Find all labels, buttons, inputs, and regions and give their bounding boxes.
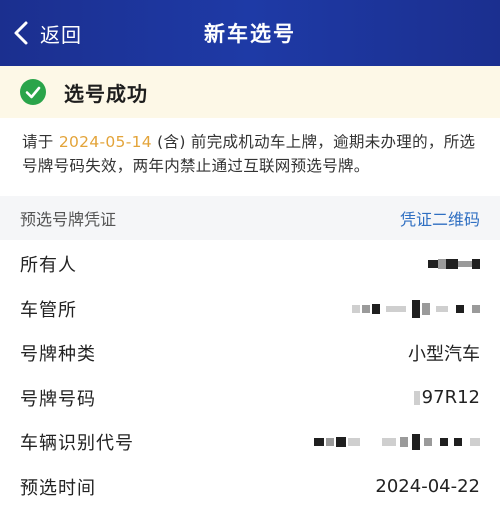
row-label: 车辆识别代号: [20, 433, 134, 455]
vehicle-office-value-redacted: [348, 299, 480, 318]
success-check-icon: [20, 79, 46, 105]
plate-type-value: 小型汽车: [408, 344, 480, 366]
row-preselect-time: 预选时间 2024-04-22: [0, 465, 500, 510]
success-banner: 选号成功: [0, 66, 500, 118]
notice-deadline-date: 2024-05-14: [58, 133, 152, 151]
row-label: 所有人: [20, 255, 77, 277]
row-label: 预选时间: [20, 477, 96, 499]
certificate-label: 预选号牌凭证: [20, 210, 117, 229]
vin-value-redacted: [310, 434, 480, 451]
qr-code-link[interactable]: 凭证二维码: [400, 206, 480, 230]
preselect-time-value: 2024-04-22: [375, 476, 480, 498]
row-owner: 所有人: [0, 242, 500, 287]
owner-value-redacted: [424, 259, 480, 270]
notice-prefix: 请于: [22, 133, 54, 151]
plate-number-value: 97R12: [413, 387, 480, 409]
row-label: 号牌号码: [20, 388, 96, 410]
row-vin: 车辆识别代号: [0, 420, 500, 465]
nav-bar: 返回 新车选号: [0, 0, 500, 66]
status-text: 选号成功: [64, 81, 148, 106]
plate-number-text: 97R12: [421, 387, 480, 409]
row-plate-number: 号牌号码 97R12: [0, 376, 500, 421]
page-title: 新车选号: [204, 22, 296, 46]
row-label: 号牌种类: [20, 344, 96, 366]
certificate-header: 预选号牌凭证 凭证二维码: [0, 196, 500, 240]
plate-prefix-redacted: [413, 390, 420, 405]
row-plate-type: 号牌种类 小型汽车: [0, 331, 500, 376]
row-label: 车管所: [20, 299, 77, 321]
info-list: 所有人 车管所 号牌种类 小型汽车 号牌号码 97R12 车辆识别代号 预选时间…: [0, 242, 500, 509]
row-vehicle-office: 车管所: [0, 287, 500, 332]
notice-text: 请于 2024-05-14 (含) 前完成机动车上牌，逾期未办理的，所选号牌号码…: [22, 130, 482, 178]
